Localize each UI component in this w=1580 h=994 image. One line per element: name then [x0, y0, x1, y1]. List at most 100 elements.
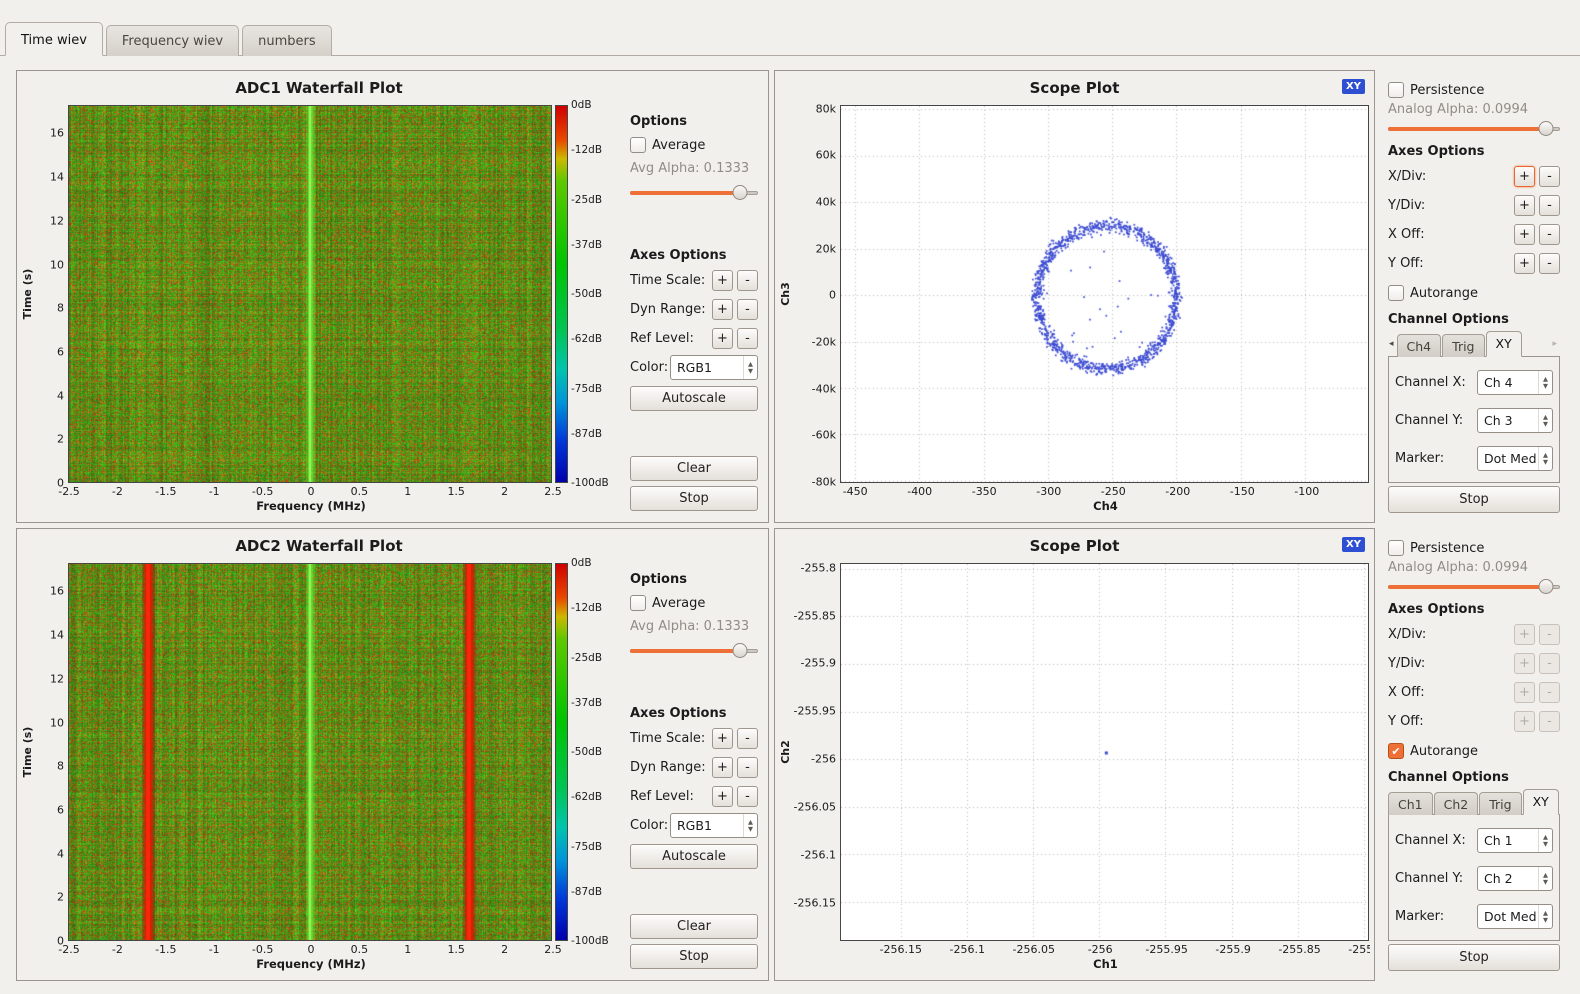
persistence-checkbox[interactable]: ✔: [1388, 82, 1404, 98]
tab-ch4[interactable]: Ch4: [1397, 334, 1442, 357]
tab-ch2[interactable]: Ch2: [1434, 792, 1479, 815]
waterfall-canvas[interactable]: [69, 106, 551, 482]
channel-y-spinbox[interactable]: Ch 2 ▲▼: [1477, 866, 1553, 891]
scope-canvas[interactable]: [841, 564, 1368, 940]
xdiv-increase-button[interactable]: +: [1514, 166, 1535, 187]
ydiv-decrease-button[interactable]: -: [1539, 195, 1560, 216]
yoff-decrease-button[interactable]: -: [1539, 711, 1560, 732]
ydiv-increase-button[interactable]: +: [1514, 653, 1535, 674]
yoff-increase-button[interactable]: +: [1514, 253, 1535, 274]
avg-alpha-slider[interactable]: [630, 185, 758, 200]
xoff-increase-button[interactable]: +: [1514, 224, 1535, 245]
tab-xy[interactable]: XY: [1486, 331, 1522, 357]
spin-down-icon[interactable]: ▼: [748, 368, 753, 374]
tab-scroll-right-icon[interactable]: ▸: [1551, 339, 1560, 356]
tab-trig[interactable]: Trig: [1442, 334, 1484, 357]
spin-down-icon[interactable]: ▼: [748, 826, 753, 832]
spin-down-icon[interactable]: ▼: [1543, 841, 1548, 847]
channel-x-spinbox[interactable]: Ch 1 ▲▼: [1477, 828, 1553, 853]
stop-button[interactable]: Stop: [1388, 486, 1560, 513]
analog-alpha-slider[interactable]: [1388, 121, 1560, 136]
time-scale-increase-button[interactable]: +: [712, 270, 733, 291]
ref-level-decrease-button[interactable]: -: [737, 328, 758, 349]
spin-arrows[interactable]: ▲▼: [1538, 371, 1552, 394]
spin-arrows[interactable]: ▲▼: [743, 814, 757, 837]
autorange-checkbox[interactable]: ✔: [1388, 285, 1404, 301]
dyn-range-decrease-button[interactable]: -: [737, 757, 758, 778]
spin-arrows[interactable]: ▲▼: [743, 356, 757, 379]
stop-button[interactable]: Stop: [1388, 944, 1560, 971]
scope-plot-area[interactable]: [840, 563, 1369, 941]
ref-level-increase-button[interactable]: +: [712, 786, 733, 807]
spin-arrows[interactable]: ▲▼: [1538, 447, 1552, 470]
slider-handle[interactable]: [733, 185, 748, 200]
xdiv-increase-button[interactable]: +: [1514, 624, 1535, 645]
marker-spinbox[interactable]: Dot Med ▲▼: [1477, 446, 1553, 471]
y-axis-ticks: 1614121086420: [36, 563, 68, 941]
tab-numbers[interactable]: numbers: [242, 25, 332, 56]
marker-spinbox[interactable]: Dot Med ▲▼: [1477, 904, 1553, 929]
channel-x-label: Channel X:: [1395, 375, 1466, 390]
xoff-decrease-button[interactable]: -: [1539, 682, 1560, 703]
slider-handle[interactable]: [1539, 121, 1554, 136]
spin-down-icon[interactable]: ▼: [1543, 459, 1548, 465]
scope-canvas[interactable]: [841, 106, 1368, 482]
ydiv-increase-button[interactable]: +: [1514, 195, 1535, 216]
spin-arrows[interactable]: ▲▼: [1538, 905, 1552, 928]
avg-alpha-slider[interactable]: [630, 643, 758, 658]
dyn-range-increase-button[interactable]: +: [712, 299, 733, 320]
clear-button[interactable]: Clear: [630, 914, 758, 939]
spin-arrows[interactable]: ▲▼: [1538, 409, 1552, 432]
dyn-range-increase-button[interactable]: +: [712, 757, 733, 778]
analog-alpha-slider[interactable]: [1388, 579, 1560, 594]
yoff-decrease-button[interactable]: -: [1539, 253, 1560, 274]
scope-plot-area[interactable]: [840, 105, 1369, 483]
color-spinbox[interactable]: RGB1 ▲▼: [670, 355, 758, 380]
autoscale-button[interactable]: Autoscale: [630, 844, 758, 869]
stop-button[interactable]: Stop: [630, 944, 758, 969]
autoscale-button[interactable]: Autoscale: [630, 386, 758, 411]
xoff-decrease-button[interactable]: -: [1539, 224, 1560, 245]
tick-label: -87dB: [571, 428, 602, 440]
yoff-label: Y Off:: [1388, 256, 1424, 271]
xoff-increase-button[interactable]: +: [1514, 682, 1535, 703]
tab-scroll-left-icon[interactable]: ◂: [1388, 339, 1397, 356]
ref-level-increase-button[interactable]: +: [712, 328, 733, 349]
average-checkbox[interactable]: ✔: [630, 595, 646, 611]
tab-xy[interactable]: XY: [1523, 789, 1559, 815]
persistence-checkbox[interactable]: ✔: [1388, 540, 1404, 556]
average-checkbox[interactable]: ✔: [630, 137, 646, 153]
waterfall-plot-area[interactable]: [68, 105, 552, 483]
dyn-range-decrease-button[interactable]: -: [737, 299, 758, 320]
tab-trig[interactable]: Trig: [1479, 792, 1521, 815]
spin-down-icon[interactable]: ▼: [1543, 383, 1548, 389]
time-scale-decrease-button[interactable]: -: [737, 270, 758, 291]
spin-down-icon[interactable]: ▼: [1543, 917, 1548, 923]
waterfall-plot-area[interactable]: [68, 563, 552, 941]
slider-handle[interactable]: [1539, 579, 1554, 594]
spin-down-icon[interactable]: ▼: [1543, 421, 1548, 427]
color-spinbox[interactable]: RGB1 ▲▼: [670, 813, 758, 838]
spin-arrows[interactable]: ▲▼: [1538, 829, 1552, 852]
tab-time-view[interactable]: Time wiev: [5, 22, 103, 56]
autorange-checkbox[interactable]: ✔: [1388, 743, 1404, 759]
spin-down-icon[interactable]: ▼: [1543, 879, 1548, 885]
channel-y-spinbox[interactable]: Ch 3 ▲▼: [1477, 408, 1553, 433]
waterfall-canvas[interactable]: [69, 564, 551, 940]
tab-ch1[interactable]: Ch1: [1388, 792, 1433, 815]
stop-button[interactable]: Stop: [630, 486, 758, 511]
tick-label: -62dB: [571, 333, 602, 345]
clear-button[interactable]: Clear: [630, 456, 758, 481]
xdiv-decrease-button[interactable]: -: [1539, 166, 1560, 187]
time-scale-decrease-button[interactable]: -: [737, 728, 758, 749]
time-scale-increase-button[interactable]: +: [712, 728, 733, 749]
ref-level-decrease-button[interactable]: -: [737, 786, 758, 807]
dyn-range-label: Dyn Range:: [630, 760, 706, 775]
ydiv-decrease-button[interactable]: -: [1539, 653, 1560, 674]
spin-arrows[interactable]: ▲▼: [1538, 867, 1552, 890]
tab-frequency-view[interactable]: Frequency wiev: [106, 25, 239, 56]
slider-handle[interactable]: [733, 643, 748, 658]
xdiv-decrease-button[interactable]: -: [1539, 624, 1560, 645]
yoff-increase-button[interactable]: +: [1514, 711, 1535, 732]
channel-x-spinbox[interactable]: Ch 4 ▲▼: [1477, 370, 1553, 395]
